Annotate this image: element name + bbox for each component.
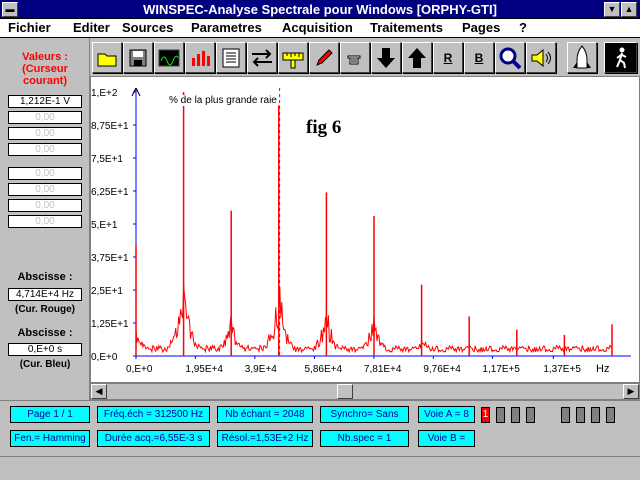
scroll-left-button[interactable]: ◀ bbox=[91, 384, 107, 399]
x-tick-label: 5,86E+4 bbox=[305, 364, 343, 375]
value-field-3: 0,00 bbox=[8, 127, 82, 140]
abscisse-red-value: 4,714E+4 Hz bbox=[8, 288, 82, 301]
abscisse-blue-label: Abscisse : bbox=[17, 327, 73, 339]
title-bar: ▬ WINSPEC-Analyse Spectrale pour Windows… bbox=[0, 0, 640, 19]
channel-a-setting[interactable]: Voie A = 8 bbox=[418, 406, 475, 423]
menu-help[interactable]: ? bbox=[519, 19, 527, 37]
menu-traitements[interactable]: Traitements bbox=[370, 19, 443, 37]
toolbar: R B bbox=[90, 38, 640, 76]
y-tick-label: 1,E+2 bbox=[91, 88, 118, 99]
abscisse-blue-value: 0,E+0 s bbox=[8, 343, 82, 356]
folder-icon[interactable] bbox=[92, 42, 122, 73]
channel-8-indicator[interactable] bbox=[606, 407, 615, 423]
window-function[interactable]: Fen.= Hamming bbox=[10, 430, 90, 447]
maximize-button[interactable]: ▲ bbox=[621, 2, 637, 17]
scroll-right-button[interactable]: ▶ bbox=[623, 384, 639, 399]
values-heading-line3: courant) bbox=[23, 75, 67, 87]
spectrum-chart: 0,E+0 1,25E+1 2,5E+1 3,75E+1 5,E+1 6,25E+1 7,5… bbox=[91, 87, 631, 375]
save-icon[interactable] bbox=[123, 42, 153, 73]
minimize-button[interactable]: ▼ bbox=[604, 2, 620, 17]
y-tick-label: 6,25E+1 bbox=[91, 187, 129, 198]
menu-fichier[interactable]: Fichier bbox=[8, 19, 51, 37]
bar-chart-icon[interactable] bbox=[185, 42, 215, 73]
channel-4-indicator[interactable] bbox=[526, 407, 535, 423]
y-axis-caption: % de la plus grande raie bbox=[169, 95, 277, 106]
bottom-bar bbox=[0, 456, 640, 480]
horizontal-scrollbar[interactable]: ◀ ▶ bbox=[90, 383, 640, 400]
y-tick-label: 7,5E+1 bbox=[91, 154, 123, 165]
y-tick-label: 8,75E+1 bbox=[91, 121, 129, 132]
spectrum-plot[interactable]: 0,E+0 1,25E+1 2,5E+1 3,75E+1 5,E+1 6,25E+1 7,5… bbox=[90, 76, 640, 383]
b-label: B bbox=[474, 50, 484, 65]
channel-3-indicator[interactable] bbox=[511, 407, 520, 423]
acquisition-duration[interactable]: Durée acq.=6,55E-3 s bbox=[97, 430, 210, 447]
menu-acquisition[interactable]: Acquisition bbox=[282, 19, 353, 37]
value-field-7: 0,00 bbox=[8, 199, 82, 212]
values-heading-line1: Valeurs : bbox=[22, 51, 68, 63]
arrow-down-icon[interactable] bbox=[371, 42, 401, 73]
value-field-8: 0,00 bbox=[8, 215, 82, 228]
x-unit-label: Hz bbox=[596, 363, 609, 375]
x-tick-label: 1,95E+4 bbox=[185, 364, 223, 375]
channel-6-indicator[interactable] bbox=[576, 407, 585, 423]
abscisse-blue-caption: (Cur. Bleu) bbox=[19, 359, 71, 370]
window-title: WINSPEC-Analyse Spectrale pour Windows [… bbox=[143, 2, 497, 17]
resolution[interactable]: Résol.=1,53E+2 Hz bbox=[217, 430, 313, 447]
r-label: R bbox=[443, 50, 453, 65]
system-menu-button[interactable]: ▬ bbox=[2, 2, 18, 17]
x-tick-label: 1,37E+5 bbox=[543, 364, 581, 375]
menu-editer[interactable]: Editer bbox=[73, 19, 110, 37]
x-tick-label: 9,76E+4 bbox=[423, 364, 461, 375]
ruler-icon[interactable] bbox=[278, 42, 308, 73]
synchro-setting[interactable]: Synchro= Sans bbox=[320, 406, 409, 423]
x-tick-label: 3,9E+4 bbox=[245, 364, 277, 375]
bold-b-icon[interactable]: B bbox=[464, 42, 494, 73]
bold-r-icon[interactable]: R bbox=[433, 42, 463, 73]
menu-sources[interactable]: Sources bbox=[122, 19, 173, 37]
channel-b-setting[interactable]: Voie B = bbox=[418, 430, 475, 447]
shuttle-icon[interactable] bbox=[567, 42, 597, 73]
x-tick-label: 7,81E+4 bbox=[364, 364, 402, 375]
abscisse-red-caption: (Cur. Rouge) bbox=[15, 304, 75, 315]
spectrum-count[interactable]: Nb.spec = 1 bbox=[320, 430, 409, 447]
page-indicator[interactable]: Page 1 / 1 bbox=[10, 406, 90, 423]
channel-2-indicator[interactable] bbox=[496, 407, 505, 423]
y-tick-label: 0,E+0 bbox=[91, 352, 118, 363]
walker-icon[interactable] bbox=[604, 42, 637, 73]
arrows-icon[interactable] bbox=[247, 42, 277, 73]
scroll-thumb[interactable] bbox=[337, 384, 353, 399]
sampling-frequency[interactable]: Fréq.éch = 312500 Hz bbox=[97, 406, 210, 423]
value-field-1: 1,212E-1 V bbox=[8, 95, 82, 108]
pencil-icon[interactable] bbox=[309, 42, 339, 73]
values-heading: Valeurs : (Curseur courant) bbox=[0, 51, 90, 87]
x-tick-label: 0,E+0 bbox=[126, 364, 153, 375]
speaker-icon[interactable] bbox=[526, 42, 556, 73]
y-tick-label: 5,E+1 bbox=[91, 220, 118, 231]
figure-label: fig 6 bbox=[306, 117, 342, 138]
value-field-2: 0,00 bbox=[8, 111, 82, 124]
y-tick-label: 2,5E+1 bbox=[91, 286, 123, 297]
y-tick-label: 1,25E+1 bbox=[91, 319, 129, 330]
value-field-5: 0,00 bbox=[8, 167, 82, 180]
menu-bar: Fichier Editer Sources Parametres Acquis… bbox=[0, 19, 640, 38]
value-field-4: 0,00 bbox=[8, 143, 82, 156]
abscisse-red-label: Abscisse : bbox=[17, 271, 73, 283]
sample-count[interactable]: Nb échant = 2048 bbox=[217, 406, 313, 423]
list-icon[interactable] bbox=[216, 42, 246, 73]
menu-parametres[interactable]: Parametres bbox=[191, 19, 262, 37]
channel-1-indicator[interactable]: 1 bbox=[481, 407, 490, 423]
value-field-6: 0,00 bbox=[8, 183, 82, 196]
arrow-up-icon[interactable] bbox=[402, 42, 432, 73]
x-tick-label: 1,17E+5 bbox=[482, 364, 520, 375]
menu-pages[interactable]: Pages bbox=[462, 19, 500, 37]
channel-7-indicator[interactable] bbox=[591, 407, 600, 423]
values-heading-line2: (Curseur bbox=[22, 63, 68, 75]
hand-icon[interactable] bbox=[340, 42, 370, 73]
scope-icon[interactable] bbox=[154, 42, 184, 73]
y-tick-label: 3,75E+1 bbox=[91, 253, 129, 264]
magnifier-icon[interactable] bbox=[495, 42, 525, 73]
channel-5-indicator[interactable] bbox=[561, 407, 570, 423]
values-panel: Valeurs : (Curseur courant) 1,212E-1 V 0… bbox=[0, 38, 90, 400]
